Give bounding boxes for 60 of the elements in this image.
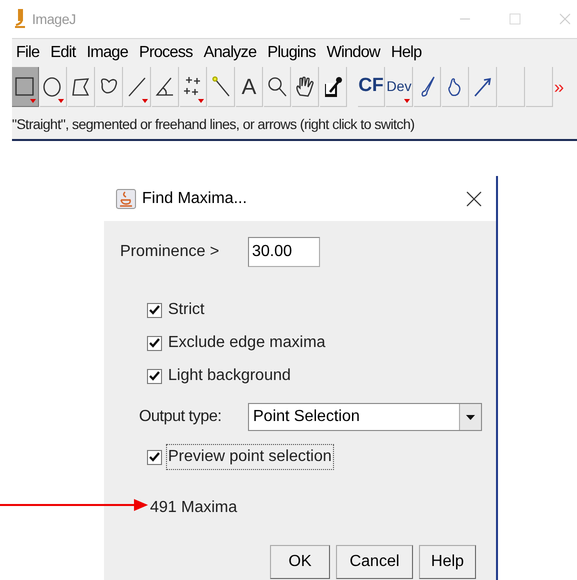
menu-item[interactable]: Process — [139, 41, 193, 65]
dialog-button[interactable]: Cancel — [336, 545, 413, 579]
check-icon — [149, 452, 160, 462]
tool-button[interactable] — [68, 67, 95, 107]
checkbox[interactable] — [147, 450, 162, 464]
dropper-icon — [322, 74, 344, 98]
tool-button[interactable]: Dev — [386, 67, 413, 107]
tool-button[interactable] — [180, 67, 207, 107]
more-button[interactable]: » — [554, 78, 564, 96]
rectangle-icon — [14, 74, 36, 98]
search-icon — [266, 74, 288, 98]
tool-button[interactable] — [124, 67, 151, 107]
prominence-field[interactable]: 30.00 — [248, 237, 320, 267]
tool-button[interactable] — [40, 67, 67, 107]
check-icon — [149, 338, 160, 348]
tool-button[interactable] — [96, 67, 123, 107]
checkbox-label: Exclude edge maxima — [168, 333, 326, 353]
tool-button[interactable] — [470, 67, 497, 107]
tool-button[interactable]: CF — [358, 67, 385, 107]
tool-button[interactable]: A — [236, 67, 263, 107]
microscope-icon — [14, 9, 26, 29]
checkbox-label: Preview point selection — [166, 444, 334, 470]
dropdown-triangle-icon — [142, 99, 148, 103]
menu-item[interactable]: Analyze — [204, 41, 256, 65]
menu-item[interactable]: Image — [86, 41, 128, 65]
dialog-button[interactable]: OK — [270, 545, 330, 579]
menu-item[interactable]: File — [16, 41, 40, 65]
output-type-dropdown[interactable]: Point Selection — [248, 403, 482, 431]
caret-icon — [466, 414, 475, 420]
tool-button[interactable] — [152, 67, 179, 107]
result-text: 491 Maxima — [149, 498, 238, 518]
menu-item[interactable]: Plugins — [267, 41, 316, 65]
wand-icon — [210, 74, 232, 98]
check-icon — [149, 371, 160, 381]
dialog-button[interactable]: Help — [419, 545, 476, 579]
checkbox[interactable] — [147, 336, 162, 350]
tool-button[interactable] — [442, 67, 469, 107]
dropdown-triangle-icon — [404, 99, 410, 103]
tool-button[interactable] — [292, 67, 319, 107]
dropdown-triangle-icon — [30, 99, 36, 103]
field-label: Output type: — [139, 407, 222, 427]
tool-button[interactable] — [414, 67, 441, 107]
menu-item[interactable]: Help — [390, 41, 422, 65]
field-label: Prominence > — [120, 242, 220, 262]
dropdown-triangle-icon — [198, 99, 204, 103]
java-cup-icon — [116, 188, 136, 208]
dropdown-triangle-icon — [58, 99, 64, 103]
status-text: "Straight", segmented or freehand lines, or arrows (right click to switch) — [12, 114, 414, 134]
dialog-title: Find Maxima... — [142, 188, 247, 208]
close-icon[interactable] — [466, 190, 482, 206]
check-icon — [149, 305, 160, 315]
menu-item[interactable]: Window — [326, 41, 380, 65]
tool-button[interactable] — [320, 67, 347, 107]
checkbox[interactable] — [147, 368, 162, 384]
checkbox[interactable] — [147, 302, 162, 318]
window-title: ImageJ — [32, 10, 76, 29]
checkbox-label: Strict — [168, 300, 204, 320]
checkbox-label: Light background — [168, 366, 291, 386]
menu-item[interactable]: Edit — [50, 41, 76, 65]
tool-button[interactable] — [264, 67, 291, 107]
